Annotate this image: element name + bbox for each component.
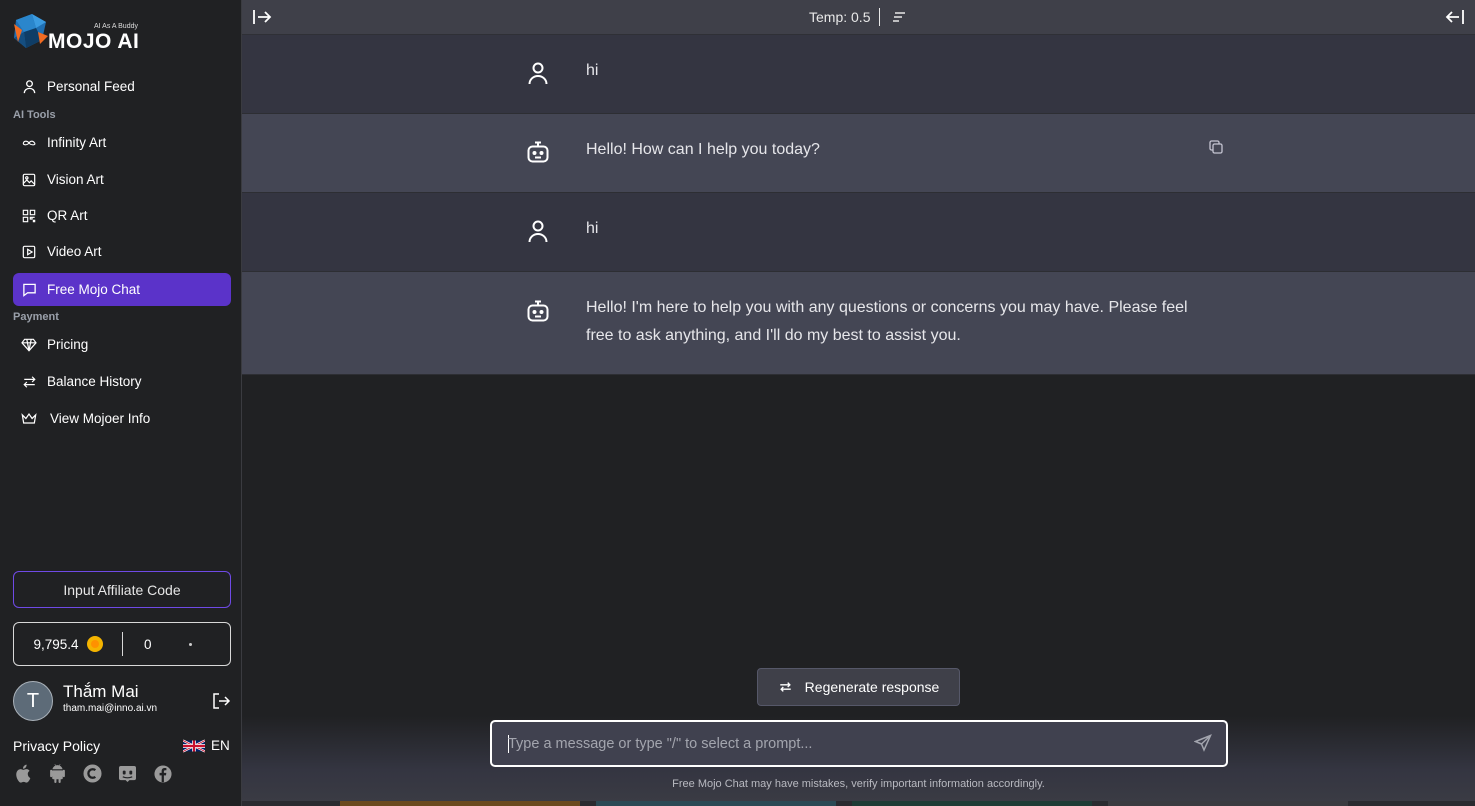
user-name: Thắm Mai [63, 682, 139, 701]
section-label-payment: Payment [13, 311, 59, 323]
temp-divider [879, 8, 880, 26]
balance-box: 9,795.4 0 [13, 622, 231, 666]
expand-sidebar-icon[interactable] [252, 8, 272, 26]
chat-icon [21, 282, 37, 298]
language-selector[interactable]: EN [183, 738, 230, 753]
discord-icon[interactable] [118, 764, 137, 783]
brand-name: MOJO AI [48, 30, 140, 53]
user-profile: T Thắm Mai tham.mai@inno.ai.vn [13, 681, 231, 723]
message-input[interactable] [508, 734, 1188, 754]
collapse-panel-icon[interactable] [1445, 8, 1465, 26]
app-root: AI As A Buddy MOJO AI Personal Feed AI T… [0, 0, 1475, 806]
coin-balance: 9,795.4 [14, 636, 122, 652]
sidebar-item-pricing[interactable]: Pricing [13, 328, 231, 361]
infinity-icon [21, 135, 37, 151]
regenerate-response-button[interactable]: Regenerate response [757, 668, 960, 706]
sidebar-item-view-mojoer-info[interactable]: View Mojoer Info [13, 402, 231, 435]
sidebar-item-video-art[interactable]: Video Art [13, 235, 231, 268]
refresh-icon [779, 682, 791, 692]
brand-tagline: AI As A Buddy [94, 23, 138, 30]
sidebar-item-label: Free Mojo Chat [47, 282, 141, 297]
social-links [13, 764, 172, 783]
sidebar: AI As A Buddy MOJO AI Personal Feed AI T… [0, 0, 242, 806]
coin-icon [86, 636, 103, 652]
sidebar-item-label: QR Art [47, 208, 88, 223]
send-icon[interactable] [1194, 734, 1212, 752]
message-text: Hello! I'm here to help you with any que… [586, 299, 1188, 344]
secondary-balance-icon [188, 642, 192, 646]
coin-balance-value: 9,795.4 [33, 636, 79, 652]
user-avatar-icon [528, 62, 548, 85]
sidebar-item-label: Personal Feed [47, 79, 135, 94]
disclaimer-text: Free Mojo Chat may have mistakes, verify… [672, 778, 1045, 790]
settings-menu-icon[interactable] [891, 9, 907, 25]
sidebar-item-vision-art[interactable]: Vision Art [13, 163, 231, 196]
chat-message-bot: Hello! I'm here to help you with any que… [242, 272, 1475, 375]
taskbar-strip [242, 801, 1475, 806]
swap-icon [21, 374, 37, 390]
input-affiliate-code-button[interactable]: Input Affiliate Code [13, 571, 231, 608]
chat-message-user: hi [242, 35, 1475, 114]
sidebar-item-label: Vision Art [47, 172, 104, 187]
language-label: EN [211, 738, 230, 753]
sidebar-item-personal-feed[interactable]: Personal Feed [13, 70, 231, 103]
sidebar-item-label: Video Art [47, 244, 102, 259]
facebook-icon[interactable] [153, 764, 172, 783]
secondary-balance-value: 0 [144, 636, 152, 652]
chat-message-user: hi [242, 193, 1475, 272]
uk-flag-icon [183, 739, 205, 752]
user-avatar-icon [528, 220, 548, 243]
section-label-ai-tools: AI Tools [13, 109, 56, 121]
logout-icon[interactable] [211, 691, 231, 711]
sidebar-item-infinity-art[interactable]: Infinity Art [13, 126, 231, 159]
user-email: tham.mai@inno.ai.vn [63, 703, 158, 714]
sidebar-item-free-mojo-chat[interactable]: Free Mojo Chat [13, 273, 231, 306]
avatar[interactable]: T [13, 681, 53, 721]
diamond-icon [21, 337, 37, 353]
chat-message-bot: Hello! How can I help you today? [242, 114, 1475, 193]
bot-avatar-icon [527, 141, 549, 163]
message-input-container [490, 720, 1228, 767]
temperature-label: Temp: 0.5 [809, 9, 871, 25]
message-text: hi [586, 62, 599, 79]
image-icon [21, 172, 37, 188]
sidebar-item-balance-history[interactable]: Balance History [13, 365, 231, 398]
crown-icon [21, 411, 37, 427]
person-icon [21, 79, 37, 95]
android-icon[interactable] [48, 764, 67, 783]
regenerate-label: Regenerate response [804, 679, 940, 695]
message-text: hi [586, 220, 599, 237]
sidebar-item-qr-art[interactable]: QR Art [13, 199, 231, 232]
sidebar-item-label: Infinity Art [47, 135, 107, 150]
qr-icon [21, 208, 37, 224]
message-text: Hello! How can I help you today? [586, 141, 820, 158]
video-icon [21, 244, 37, 260]
secondary-balance: 0 [123, 637, 230, 652]
sidebar-item-label: View Mojoer Info [50, 411, 151, 426]
top-bar: Temp: 0.5 [242, 0, 1475, 35]
sidebar-item-label: Pricing [47, 337, 89, 352]
sidebar-item-label: Balance History [47, 374, 142, 389]
privacy-policy-link[interactable]: Privacy Policy [13, 738, 100, 754]
apple-icon[interactable] [13, 764, 32, 783]
bot-avatar-icon [527, 300, 549, 322]
copy-icon[interactable] [1208, 139, 1224, 155]
brand-logo[interactable]: AI As A Buddy MOJO AI [12, 14, 152, 54]
copyright-c-icon[interactable] [83, 764, 102, 783]
